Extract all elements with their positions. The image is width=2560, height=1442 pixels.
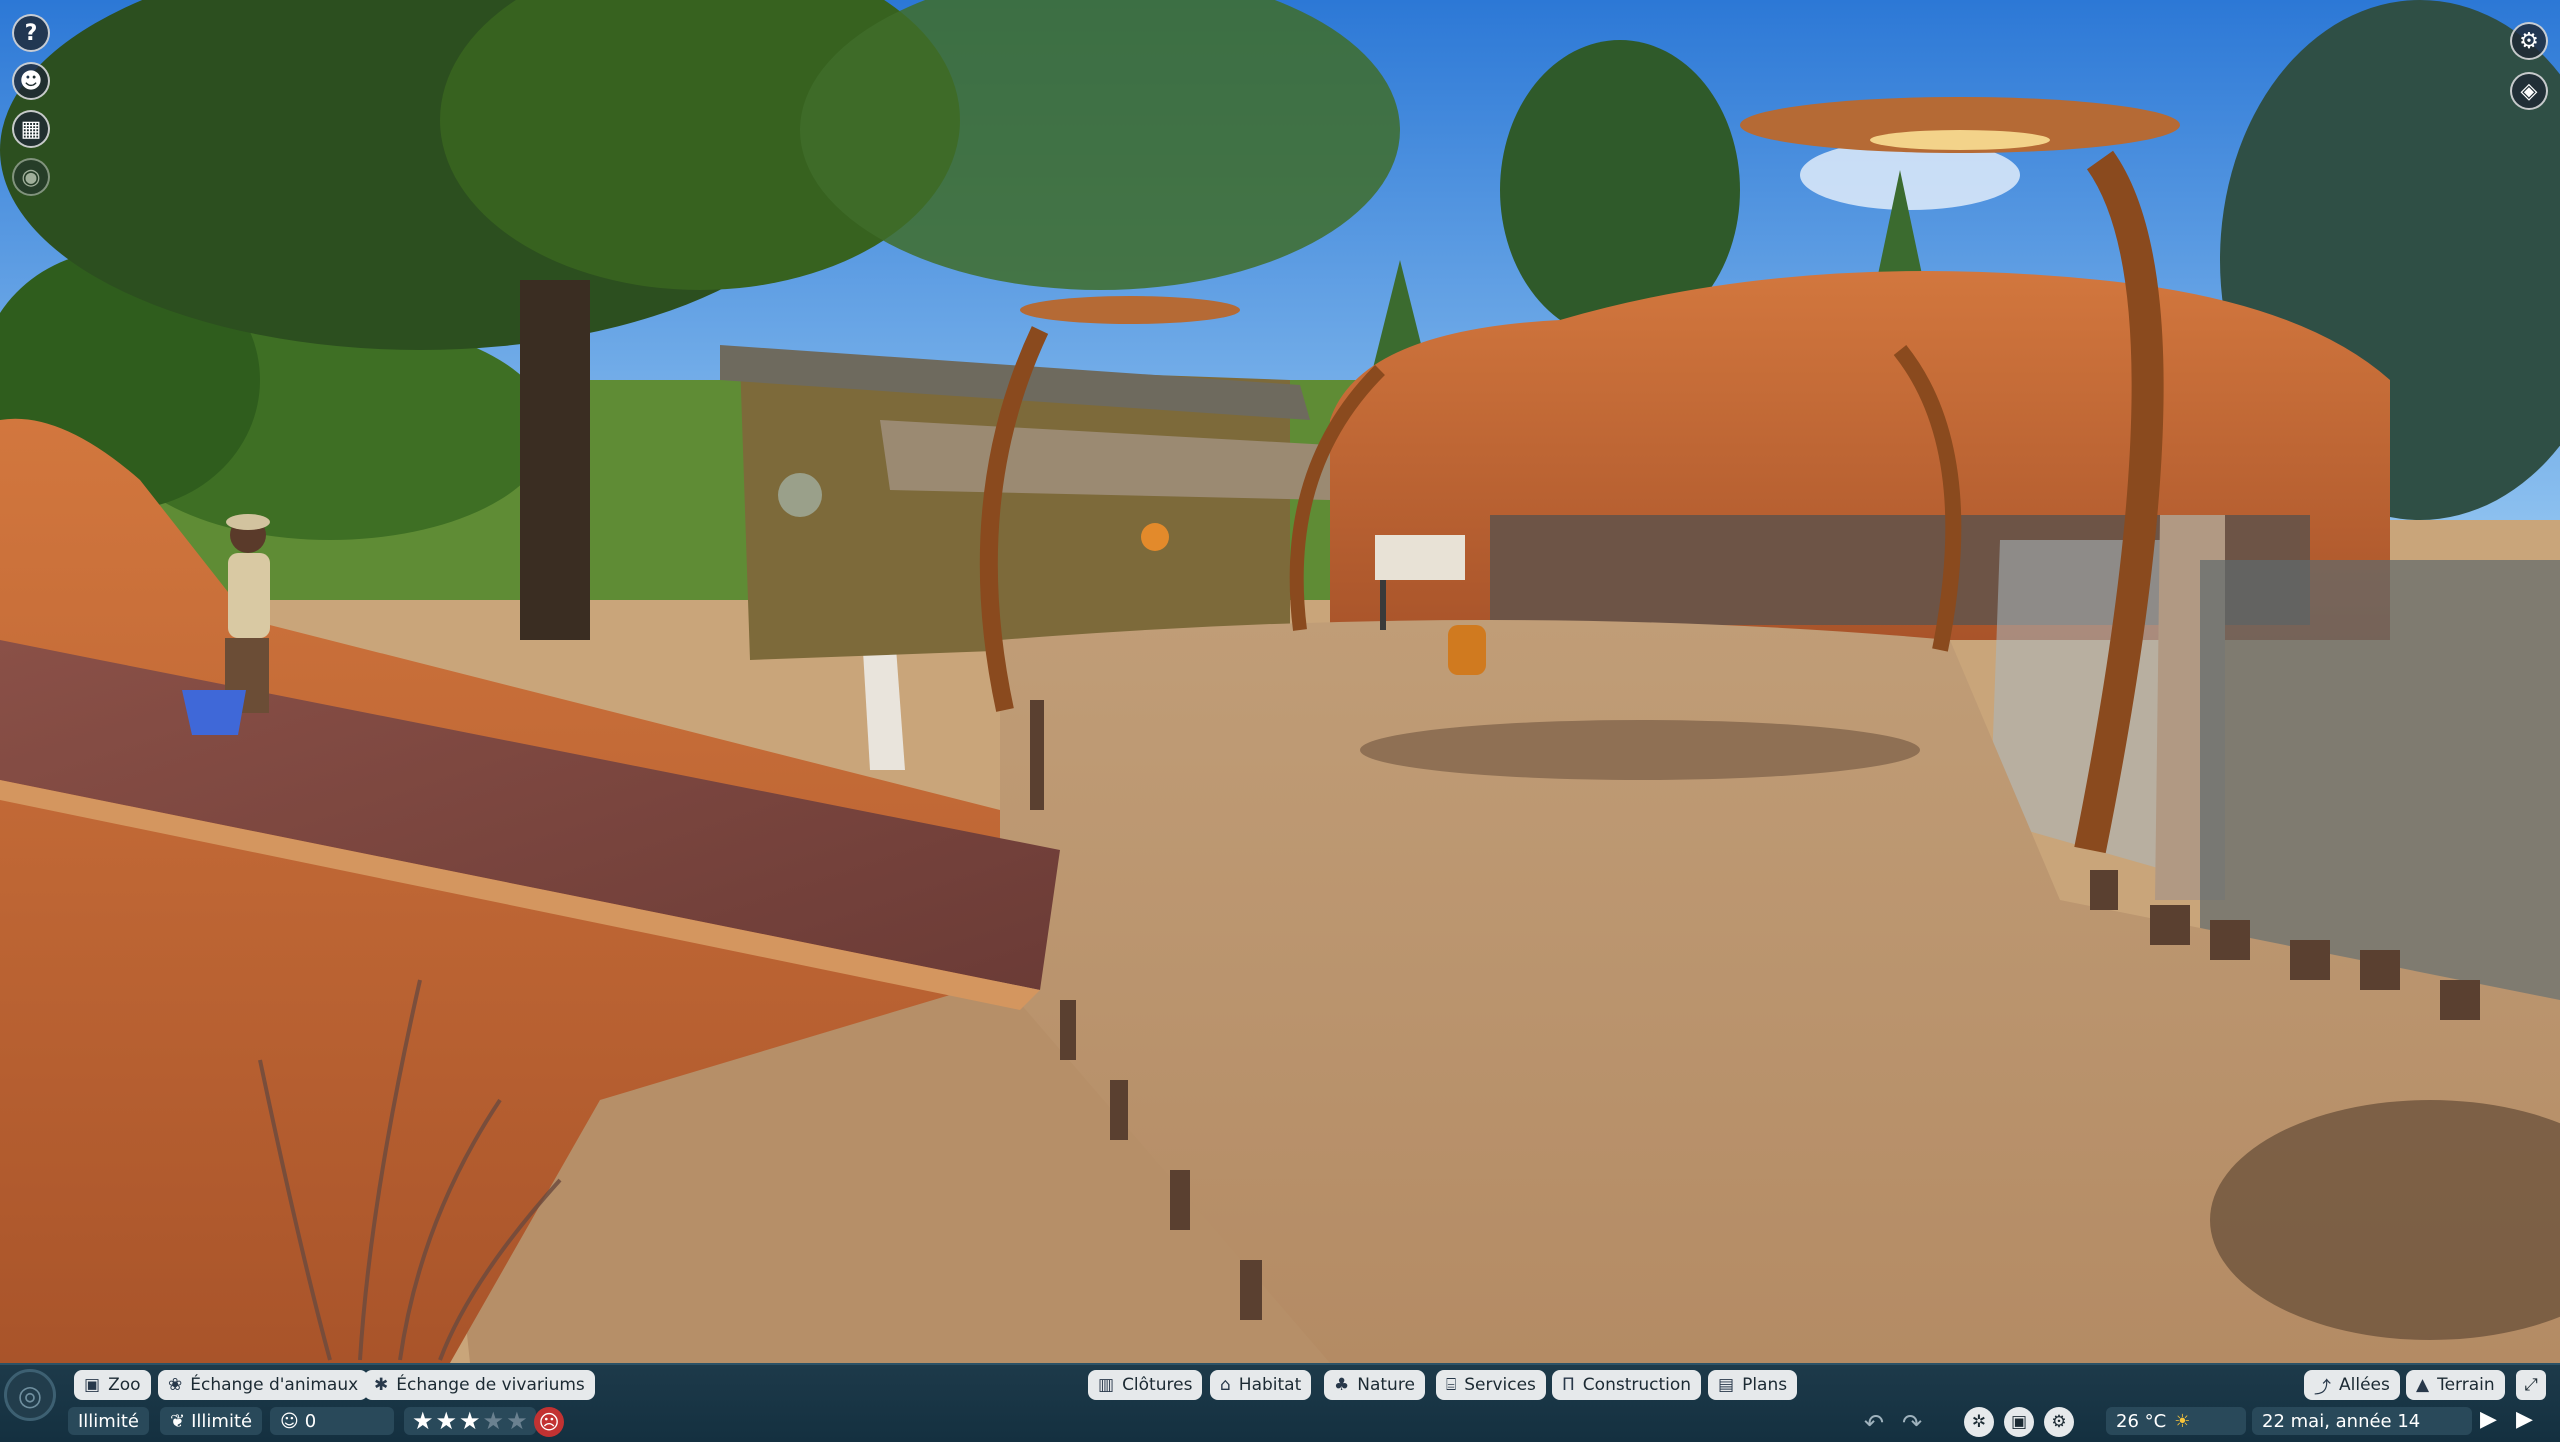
tab-plans-label: Plans <box>1742 1375 1788 1395</box>
path-icon: ⤴ <box>2314 1377 2331 1398</box>
fence-icon: ▥ <box>1098 1375 1115 1395</box>
guests-icon: ☺ <box>280 1410 299 1432</box>
zoo-icon: ▣ <box>84 1375 101 1395</box>
speed-icon[interactable]: ▶ <box>2480 1407 2497 1432</box>
tab-habitat-label: Habitat <box>1238 1375 1302 1395</box>
zoo-rating[interactable]: ★ ★ ★ ★ ★ <box>404 1407 536 1435</box>
tab-zoo-label: Zoo <box>108 1375 141 1395</box>
game-viewport[interactable] <box>0 0 2560 1363</box>
overlay-icon[interactable]: ✲ <box>1964 1407 1994 1437</box>
tab-construction[interactable]: Π Construction <box>1552 1370 1702 1400</box>
guests-stat[interactable]: ☺ 0 <box>270 1407 394 1435</box>
research-value: Illimité <box>191 1410 253 1432</box>
guests-value: 0 <box>304 1410 317 1432</box>
tab-nature-label: Nature <box>1357 1375 1415 1395</box>
tab-fences[interactable]: ▥ Clôtures <box>1088 1370 1203 1400</box>
animals-icon[interactable]: ☻ <box>12 62 50 100</box>
money-stat[interactable]: Illimité <box>68 1407 149 1435</box>
blueprint-icon: ▤ <box>1718 1375 1735 1395</box>
star-icon: ★ <box>482 1407 505 1435</box>
money-value: Illimité <box>78 1410 139 1432</box>
expand-icon[interactable]: ⤢ <box>2516 1370 2546 1400</box>
tab-services-label: Services <box>1464 1375 1536 1395</box>
undo-icon[interactable]: ↶ <box>1864 1409 1884 1437</box>
bug-icon: ✱ <box>374 1375 389 1395</box>
star-icon: ★ <box>506 1407 528 1435</box>
tab-terrain-label: Terrain <box>2437 1375 2495 1395</box>
help-icon[interactable]: ? <box>12 14 50 52</box>
date-display[interactable]: 22 mai, année 14 <box>2252 1407 2472 1435</box>
tab-vivarium-trade[interactable]: ✱ Échange de vivariums <box>364 1370 595 1400</box>
top-right-toolbar: ⚙ ◈ <box>2510 22 2548 110</box>
tab-habitat[interactable]: ⌂ Habitat <box>1210 1370 1312 1400</box>
tab-paths[interactable]: ⤴ Allées <box>2304 1370 2400 1400</box>
gear-icon[interactable]: ⚙ <box>2510 22 2548 60</box>
research-stat[interactable]: ❦ Illimité <box>160 1407 263 1435</box>
mountain-icon: ▲ <box>2416 1375 2430 1395</box>
sun-icon: ☀ <box>2174 1410 2191 1432</box>
star-icon: ★ <box>412 1407 434 1435</box>
tab-terrain[interactable]: ▲ Terrain <box>2406 1370 2505 1400</box>
temperature-value: 26 °C <box>2116 1410 2167 1432</box>
pillar-icon: Π <box>1562 1375 1575 1395</box>
shop-icon: ⌸ <box>1446 1375 1457 1395</box>
bottom-bar: ◎ ▣ Zoo ❀ Échange d'animaux ✱ Échange de… <box>0 1363 2560 1442</box>
tab-nature[interactable]: ♣ Nature <box>1324 1370 1425 1400</box>
settings-icon[interactable]: ⚙ <box>2044 1407 2074 1437</box>
habitat-icon: ⌂ <box>1220 1375 1231 1395</box>
tab-fences-label: Clôtures <box>1122 1375 1193 1395</box>
tab-paths-label: Allées <box>2339 1375 2390 1395</box>
unhappy-face-icon[interactable]: ☹ <box>534 1407 564 1437</box>
tab-services[interactable]: ⌸ Services <box>1436 1370 1546 1400</box>
star-icon: ★ <box>459 1407 481 1435</box>
top-left-toolbar: ? ☻ ▦ ◉ <box>12 14 50 196</box>
camera-icon[interactable]: ◈ <box>2510 72 2548 110</box>
date-value: 22 mai, année 14 <box>2262 1410 2421 1432</box>
calendar-icon[interactable]: ▦ <box>12 110 50 148</box>
star-icon: ★ <box>435 1407 458 1435</box>
view-icon[interactable]: ◉ <box>12 158 50 196</box>
paw-icon: ❀ <box>168 1375 183 1395</box>
play-icon[interactable]: ▶ <box>2516 1407 2533 1432</box>
photo-icon[interactable]: ▣ <box>2004 1407 2034 1437</box>
tab-animal-trade-label: Échange d'animaux <box>190 1375 359 1395</box>
temperature-display[interactable]: 26 °C ☀ <box>2106 1407 2246 1435</box>
tab-construction-label: Construction <box>1582 1375 1692 1395</box>
leaf-icon: ❦ <box>170 1410 186 1432</box>
tab-zoo[interactable]: ▣ Zoo <box>74 1370 151 1400</box>
tab-plans[interactable]: ▤ Plans <box>1708 1370 1798 1400</box>
tab-animal-trade[interactable]: ❀ Échange d'animaux <box>158 1370 369 1400</box>
redo-icon[interactable]: ↷ <box>1902 1409 1922 1437</box>
menu-corner-button[interactable]: ◎ <box>4 1369 56 1421</box>
tab-vivarium-trade-label: Échange de vivariums <box>396 1375 585 1395</box>
tree-icon: ♣ <box>1334 1375 1350 1395</box>
